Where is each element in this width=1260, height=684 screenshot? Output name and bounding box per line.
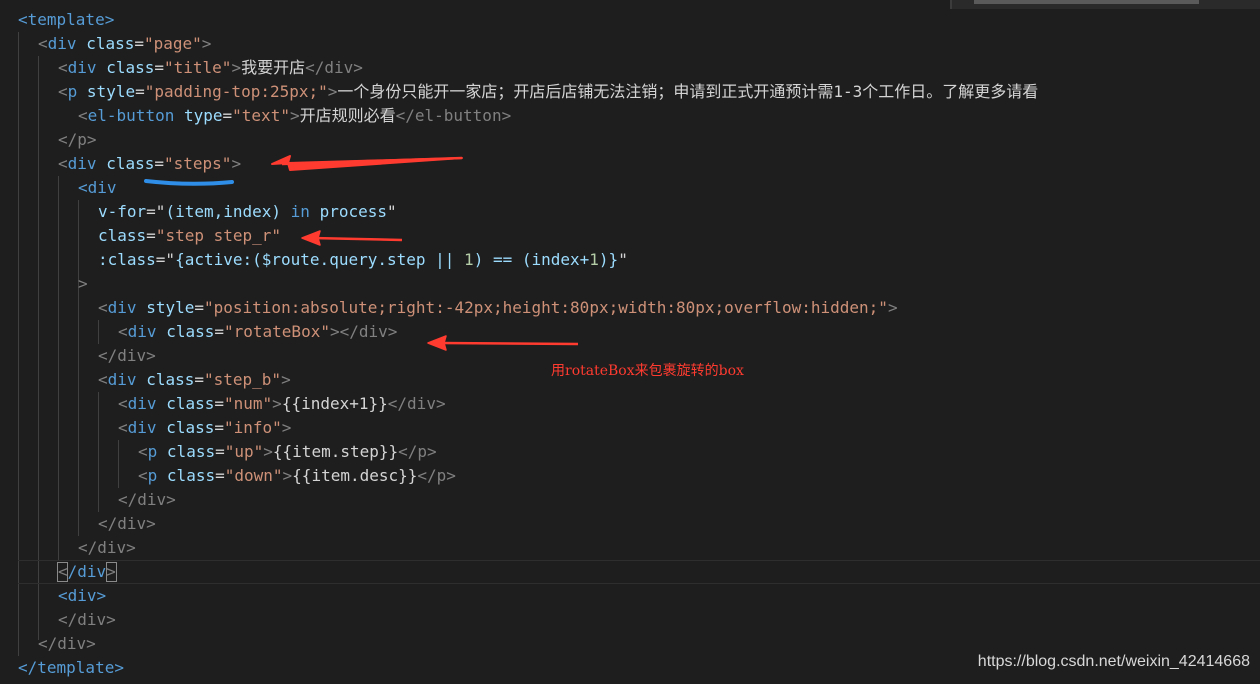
arrow-to-rotatebox-shaft (439, 341, 579, 346)
arrow-to-step-r (301, 230, 321, 246)
annotation-layer (144, 155, 579, 351)
watermark: https://blog.csdn.net/weixin_42414668 (977, 653, 1250, 670)
annotation-note: 用rotateBox来包裹旋转的box (551, 363, 744, 379)
steps-underline (144, 179, 234, 186)
arrow-to-step-r-shaft (311, 236, 403, 242)
code-editor[interactable]: <template> <div class="page"> <div class… (0, 0, 1260, 684)
arrow-to-rotatebox (427, 335, 447, 351)
